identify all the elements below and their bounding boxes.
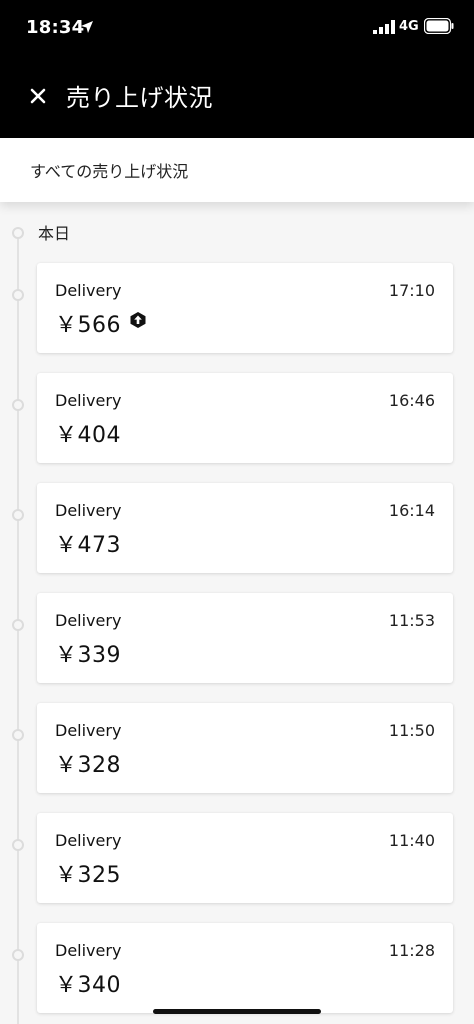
location-arrow-icon (81, 21, 93, 33)
trip-card[interactable]: Delivery 11:40 ￥325 (37, 813, 453, 903)
trip-time: 11:50 (388, 721, 435, 740)
network-type: 4G (399, 19, 419, 34)
trip-card[interactable]: Delivery 16:14 ￥473 (37, 483, 453, 573)
battery-icon (424, 18, 454, 34)
trip-time: 11:40 (388, 831, 435, 850)
status-time: 18:34 (26, 17, 85, 38)
status-bar: 18:34 4G (0, 0, 474, 56)
trip-amount: ￥340 (55, 973, 121, 998)
trip-type: Delivery (55, 721, 122, 740)
trip-time: 16:14 (388, 501, 435, 520)
timeline-dot (12, 619, 24, 631)
trip-card[interactable]: Delivery 11:53 ￥339 (37, 593, 453, 683)
trip-type: Delivery (55, 281, 122, 300)
home-indicator[interactable] (153, 1009, 321, 1014)
trip-amount: ￥473 (55, 533, 121, 558)
trip-type: Delivery (55, 391, 122, 410)
trip-type: Delivery (55, 611, 122, 630)
trip-card[interactable]: Delivery 11:50 ￥328 (37, 703, 453, 793)
close-icon[interactable] (24, 82, 52, 110)
trip-time: 17:10 (388, 281, 435, 300)
trip-amount: ￥566 (55, 313, 121, 338)
trip-time: 11:53 (388, 611, 435, 630)
trip-type: Delivery (55, 501, 122, 520)
trip-type: Delivery (55, 831, 122, 850)
timeline-dot (12, 509, 24, 521)
timeline-dot (12, 227, 24, 239)
trip-amount: ￥328 (55, 753, 121, 778)
app-header: 売り上げ状況 (0, 56, 474, 138)
timeline-dot (12, 289, 24, 301)
filter-bar[interactable]: すべての売り上げ状況 (0, 138, 474, 202)
section-date-label: 本日 (38, 224, 71, 243)
trip-time: 16:46 (388, 391, 435, 410)
trip-time: 11:28 (388, 941, 435, 960)
timeline-dot (12, 839, 24, 851)
filter-label[interactable]: すべての売り上げ状況 (30, 158, 188, 182)
timeline-dot (12, 729, 24, 741)
page-title: 売り上げ状況 (66, 84, 213, 112)
trip-amount: ￥404 (55, 423, 121, 448)
trip-card[interactable]: Delivery 11:28 ￥340 (37, 923, 453, 1013)
trip-type: Delivery (55, 941, 122, 960)
trip-amount: ￥325 (55, 863, 121, 888)
timeline-dot (12, 949, 24, 961)
boost-icon (130, 312, 146, 328)
trip-amount: ￥339 (55, 643, 121, 668)
trip-card[interactable]: Delivery 16:46 ￥404 (37, 373, 453, 463)
timeline-dot (12, 399, 24, 411)
cellular-signal-icon (373, 20, 395, 34)
trip-card[interactable]: Delivery 17:10 ￥566 (37, 263, 453, 353)
